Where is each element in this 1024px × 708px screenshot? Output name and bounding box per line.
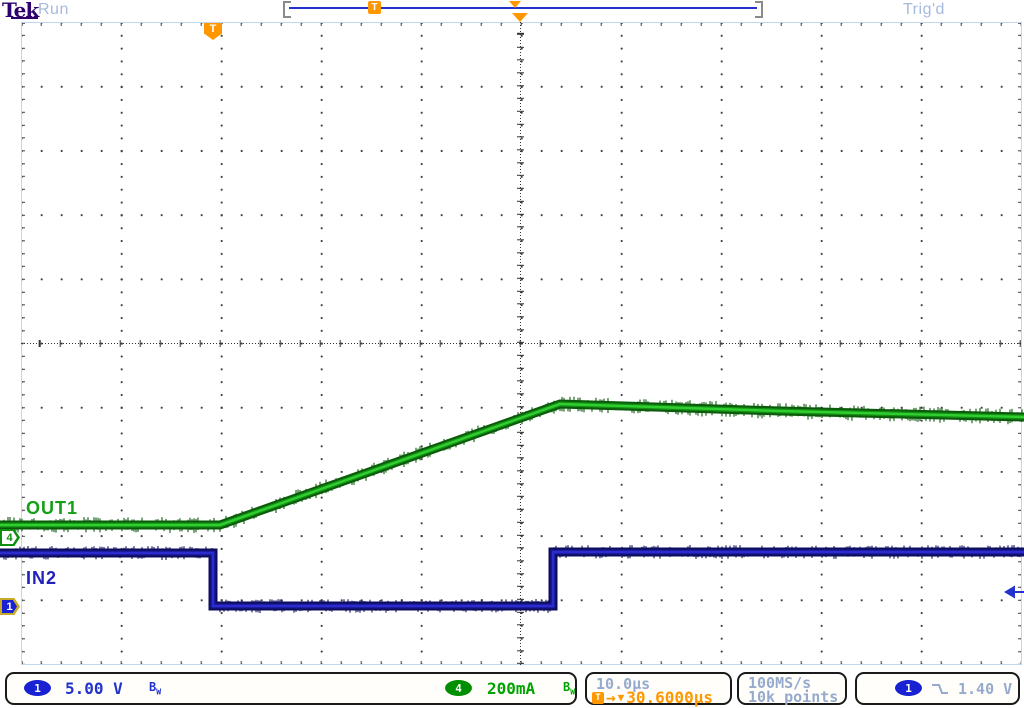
trigger-readout-box[interactable]: 1 1.40 V (855, 672, 1020, 705)
delay-arrow-icon: → (606, 688, 616, 707)
channel4-position-marker[interactable]: 4 (0, 529, 20, 546)
channel1-bandwidth-icon: BW (149, 680, 161, 696)
trigger-level-readout: 1.40 V (958, 680, 1012, 698)
channel4-scale-readout: 200mA (487, 679, 535, 698)
oscilloscope-screen: T OUT1 IN2 4 1 Tek Run T Trig'd 1 5.00 V (0, 0, 1024, 708)
channel4-marker-label: 4 (2, 531, 17, 544)
tek-logo-underline (11, 17, 38, 19)
bottom-status-bar: 1 5.00 V BW 4 200mA BW 10.0µs T→▼30.6000… (0, 671, 1024, 708)
channel4-badge[interactable]: 4 (445, 680, 472, 696)
delay-value: 30.6000µs (626, 688, 713, 707)
record-view-bar[interactable]: T (283, 0, 763, 16)
delay-expansion-icon: ▼ (618, 691, 625, 704)
record-trigger-flag-letter: T (371, 2, 377, 13)
channel1-scale-readout: 5.00 V (65, 679, 123, 698)
record-right-bracket-icon (755, 1, 763, 18)
record-length-readout: 10k points (748, 688, 838, 706)
graticule-center-vertical-line (517, 22, 524, 665)
trigger-status: Trig'd (903, 1, 945, 19)
trigger-delay-readout: T→▼30.6000µs (592, 688, 713, 707)
record-left-bracket-icon (283, 1, 291, 18)
record-expansion-marker-icon (509, 1, 521, 8)
channel1-position-marker[interactable]: 1 (0, 598, 20, 615)
record-window-line (289, 7, 757, 9)
record-trigger-flag-icon[interactable]: T (368, 1, 381, 14)
channel4-bandwidth-icon: BW (563, 680, 575, 696)
horizontal-readout-box[interactable]: 10.0µs T→▼30.6000µs (585, 672, 732, 705)
delay-trigger-flag-icon: T (592, 692, 604, 704)
trace-label-in2: IN2 (26, 568, 57, 589)
channel1-badge[interactable]: 1 (24, 680, 51, 696)
channel1-marker-label: 1 (2, 600, 17, 613)
falling-edge-icon (930, 681, 950, 697)
trigger-source-badge[interactable]: 1 (895, 680, 922, 696)
top-status-bar: Tek Run T Trig'd (0, 0, 1024, 22)
acquisition-status: Run (38, 1, 69, 19)
trigger-level-arrow-icon[interactable] (1002, 582, 1024, 602)
trigger-flag-letter: T (210, 23, 217, 35)
trace-label-out1: OUT1 (26, 498, 78, 519)
channel-readouts-box[interactable]: 1 5.00 V BW 4 200mA BW (5, 672, 577, 705)
acquisition-readout-box[interactable]: 100MS/s 10k points (737, 672, 847, 705)
